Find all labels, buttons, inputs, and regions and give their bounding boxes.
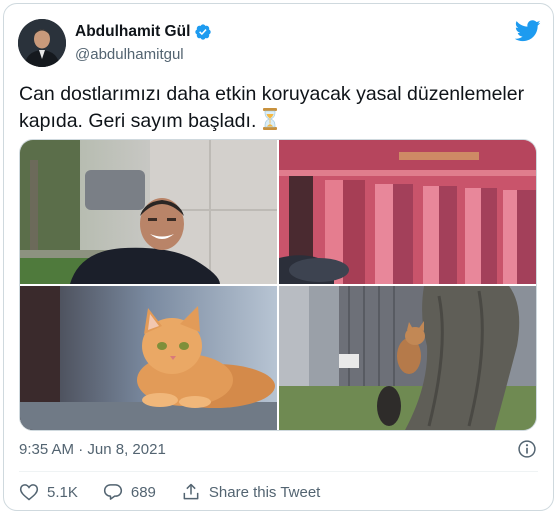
like-button[interactable]: 5.1K xyxy=(19,482,78,502)
verified-badge-icon xyxy=(195,24,212,40)
divider xyxy=(19,471,538,472)
photo-kitten-on-tree[interactable] xyxy=(279,286,536,430)
author-display-name[interactable]: Abdulhamit Gül xyxy=(75,23,190,41)
photo-man-crouching[interactable] xyxy=(20,140,277,284)
tweet-timestamp[interactable]: 9:35 AM · Jun 8, 2021 xyxy=(19,441,166,458)
tweet-date: Jun 8, 2021 xyxy=(87,441,166,458)
twitter-bird-icon[interactable] xyxy=(515,20,541,42)
tweet-time: 9:35 AM xyxy=(19,441,75,458)
tweet-card: Abdulhamit Gül @abdulhamitgul Can dostla… xyxy=(3,3,554,511)
heart-icon xyxy=(19,484,39,501)
photo-pink-building-image xyxy=(279,140,536,284)
reply-icon xyxy=(103,484,122,500)
tweet-actions: 5.1K 689 Share this Tweet xyxy=(19,482,345,502)
photo-kitten-on-tree-image xyxy=(279,286,536,430)
reply-button[interactable]: 689 xyxy=(103,482,156,502)
photo-orange-kitten-image xyxy=(20,286,277,430)
hourglass-icon xyxy=(262,108,277,130)
photo-orange-kitten[interactable] xyxy=(20,286,277,430)
like-count: 5.1K xyxy=(47,483,78,501)
media-grid xyxy=(19,139,537,431)
photo-pink-building[interactable] xyxy=(279,140,536,284)
share-label: Share this Tweet xyxy=(208,483,321,501)
share-button[interactable]: Share this Tweet xyxy=(181,482,320,502)
avatar[interactable] xyxy=(18,19,66,67)
author-name-row: Abdulhamit Gül xyxy=(75,23,212,41)
share-icon xyxy=(183,483,199,500)
avatar-image xyxy=(18,19,66,67)
meta-separator: · xyxy=(74,441,88,458)
reply-count: 689 xyxy=(130,483,156,501)
tweet-text-container: Can dostlarımızı daha etkin koruyacak ya… xyxy=(19,81,539,135)
photo-man-crouching-image xyxy=(20,140,277,284)
author-handle[interactable]: @abdulhamitgul xyxy=(75,46,184,63)
info-icon[interactable] xyxy=(517,439,537,459)
